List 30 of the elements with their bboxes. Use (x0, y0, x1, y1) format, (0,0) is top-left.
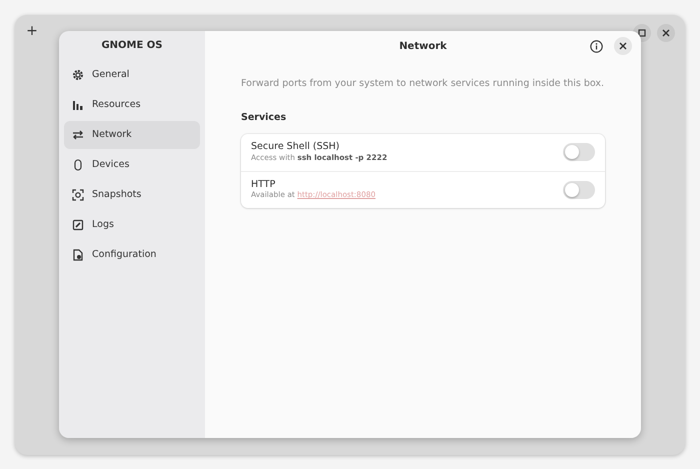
arrows-icon (72, 129, 84, 141)
close-button[interactable] (614, 37, 632, 55)
sidebar-item[interactable]: Devices (64, 151, 200, 179)
sidebar-item[interactable]: Network (64, 121, 200, 149)
toggle-switch[interactable] (563, 143, 595, 161)
info-button[interactable] (589, 39, 603, 53)
close-icon (662, 29, 670, 37)
sidebar-item[interactable]: Logs (64, 211, 200, 239)
document-icon (72, 249, 84, 261)
gear-icon (72, 69, 84, 81)
section-heading: Services (241, 111, 288, 126)
bar-chart-icon (72, 99, 84, 111)
document-icon (72, 219, 84, 231)
dialog-title: Network (399, 40, 447, 54)
sidebar-item[interactable]: General (64, 61, 200, 89)
info-icon (590, 40, 602, 52)
close-button[interactable] (657, 24, 675, 42)
sidebar-title: GNOME OS (100, 39, 164, 53)
service-title: HTTP (251, 178, 276, 190)
description-text: Forward ports from your system to network services running inside this box. (241, 77, 605, 91)
sidebar-item[interactable]: Resources (64, 91, 200, 119)
sidebar-item[interactable]: Snapshots (64, 181, 200, 209)
service-title: Secure Shell (SSH) (251, 141, 340, 153)
snapshot-icon (72, 189, 84, 201)
toggle-switch[interactable] (563, 180, 595, 198)
mouse-icon (72, 159, 84, 171)
sidebar-item[interactable]: Configuration (64, 241, 200, 269)
add-button[interactable]: + (23, 22, 41, 40)
maximize-icon (638, 29, 646, 37)
close-icon (619, 42, 627, 50)
